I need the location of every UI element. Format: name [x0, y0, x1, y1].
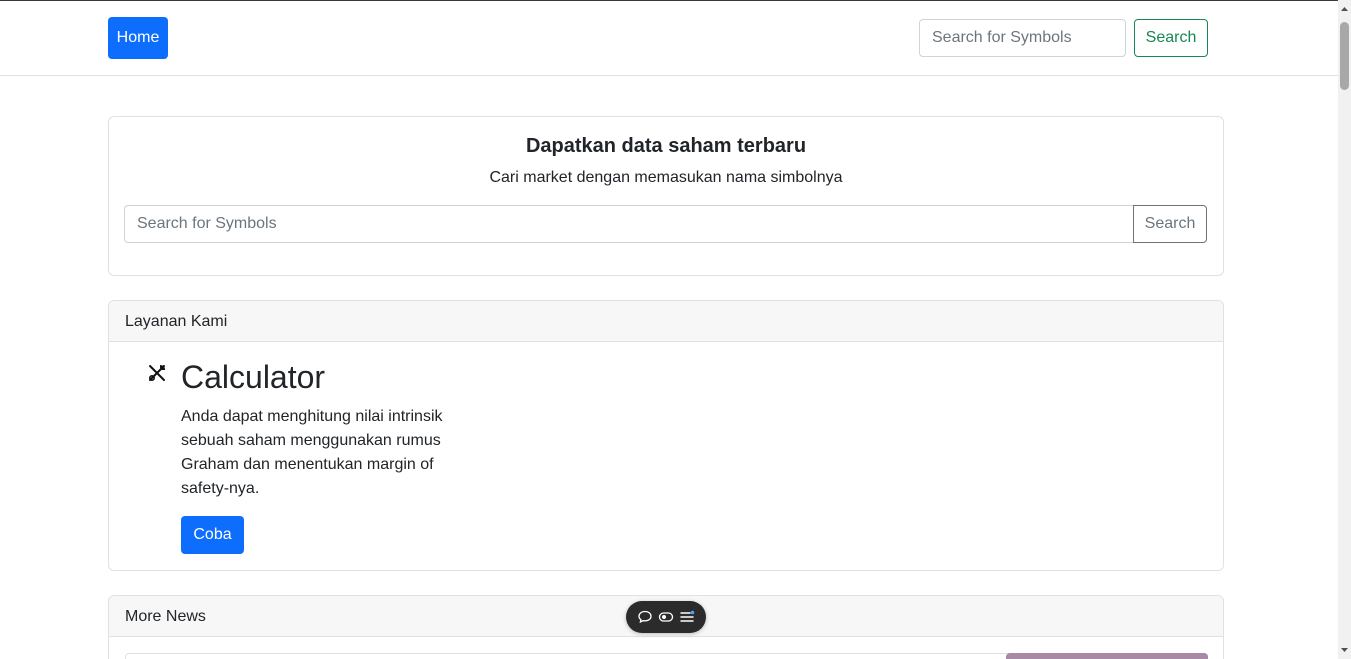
navbar-search-button[interactable]: Search [1134, 19, 1208, 57]
services-card: Layanan Kami Calculator Anda dapat mengh… [108, 300, 1224, 571]
scroll-down-arrow-icon[interactable] [1338, 643, 1351, 657]
services-header: Layanan Kami [109, 301, 1223, 342]
hero-search-button[interactable]: Search [1133, 205, 1207, 243]
chat-bubble-icon[interactable] [637, 609, 653, 625]
floating-toolbar [626, 601, 706, 633]
menu-list-icon[interactable] [679, 609, 695, 625]
tools-icon [148, 365, 165, 382]
calculator-title: Calculator [181, 359, 326, 395]
toggle-icon[interactable] [658, 609, 674, 625]
hero-search-input[interactable] [124, 205, 1134, 243]
hero-subtitle: Cari market dengan memasukan nama simbol… [489, 169, 843, 186]
navbar: Home Search [0, 1, 1338, 76]
scroll-up-arrow-icon[interactable] [1338, 2, 1351, 16]
hero-title: Dapatkan data saham terbaru [525, 135, 807, 157]
hero-search-card: Dapatkan data saham terbaru Cari market … [108, 116, 1224, 276]
scrollbar-thumb[interactable] [1340, 22, 1349, 90]
coba-button[interactable]: Coba [181, 516, 244, 554]
news-thumbnail[interactable] [1006, 653, 1208, 659]
navbar-search-input[interactable] [919, 19, 1126, 57]
page-scrollbar[interactable] [1338, 0, 1351, 659]
home-button[interactable]: Home [108, 17, 168, 59]
calculator-description: Anda dapat menghitung nilai intrinsik se… [181, 408, 443, 497]
